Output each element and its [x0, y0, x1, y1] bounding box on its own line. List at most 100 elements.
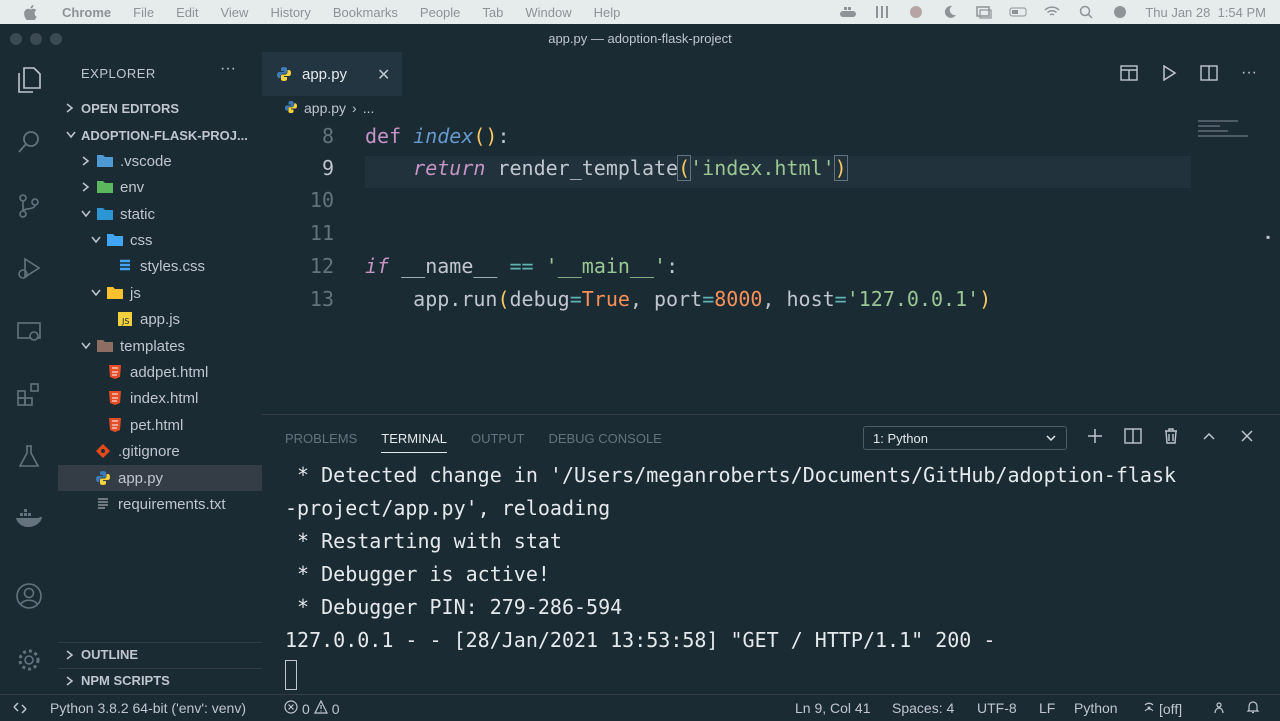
- explorer-files-icon[interactable]: [13, 64, 45, 96]
- tree-item-index-html[interactable]: index.html: [58, 385, 262, 411]
- tree-item-app-py[interactable]: app.py: [58, 465, 262, 491]
- explorer-more-actions-icon[interactable]: ···: [220, 60, 236, 78]
- run-debug-icon[interactable]: [13, 252, 45, 284]
- encoding[interactable]: UTF-8: [977, 700, 1017, 716]
- kill-terminal-trash-icon[interactable]: [1162, 427, 1180, 445]
- apple-icon[interactable]: [22, 4, 38, 20]
- moon-icon[interactable]: [941, 5, 959, 19]
- tree-item-label: index.html: [130, 389, 199, 407]
- cursor-position[interactable]: Ln 9, Col 41: [795, 700, 871, 716]
- menu-edit[interactable]: Edit: [176, 5, 198, 20]
- menu-window[interactable]: Window: [525, 5, 571, 20]
- tree-item-gitignore[interactable]: .gitignore: [58, 438, 262, 464]
- indentation[interactable]: Spaces: 4: [892, 700, 954, 716]
- chevron-right-icon: [80, 156, 92, 166]
- tree-item-vscode[interactable]: .vscode: [58, 148, 262, 174]
- bottom-panel: PROBLEMS TERMINAL OUTPUT DEBUG CONSOLE 1…: [262, 414, 1280, 694]
- python-file-icon: [94, 470, 112, 486]
- tree-item-addpet-html[interactable]: addpet.html: [58, 359, 262, 385]
- js-file-icon: JS: [116, 311, 134, 327]
- split-terminal-icon[interactable]: [1124, 427, 1142, 445]
- search-icon[interactable]: [13, 126, 45, 158]
- html-file-icon: [106, 417, 124, 433]
- record-status-icon[interactable]: [907, 5, 925, 19]
- tab-app-py[interactable]: app.py ✕: [262, 52, 402, 96]
- maximize-panel-icon[interactable]: [1200, 427, 1218, 445]
- close-panel-icon[interactable]: [1238, 427, 1256, 445]
- tree-item-static[interactable]: static: [58, 201, 262, 227]
- docker-status-icon[interactable]: [839, 5, 857, 19]
- menu-help[interactable]: Help: [594, 5, 621, 20]
- minimize-window-button[interactable]: [30, 33, 42, 45]
- open-preview-icon[interactable]: [1120, 64, 1138, 82]
- bars-status-icon[interactable]: [873, 5, 891, 19]
- tree-item-styles-css[interactable]: styles.css: [58, 253, 262, 279]
- status-bar: Python 3.8.2 64-bit ('env': venv) 0 0 Ln…: [0, 694, 1280, 720]
- menubar-clock[interactable]: Thu Jan 28 1:54 PM: [1145, 5, 1266, 20]
- tab-output[interactable]: OUTPUT: [471, 431, 524, 453]
- close-window-button[interactable]: [10, 33, 22, 45]
- tree-item-css[interactable]: css: [58, 227, 262, 253]
- split-editor-icon[interactable]: [1200, 64, 1218, 82]
- minimap[interactable]: [1198, 120, 1260, 148]
- terminal-output[interactable]: * Detected change in '/Users/meganrobert…: [285, 459, 1176, 690]
- tree-item-js[interactable]: js: [58, 280, 262, 306]
- wifi-icon[interactable]: [1043, 5, 1061, 19]
- tree-item-app-js[interactable]: JS app.js: [58, 306, 262, 332]
- testing-flask-icon[interactable]: [13, 440, 45, 472]
- control-center-icon[interactable]: [1111, 5, 1129, 19]
- tree-item-label: .vscode: [120, 152, 172, 170]
- tree-item-requirements-txt[interactable]: requirements.txt: [58, 491, 262, 517]
- scrollbar-marker-icon[interactable]: ▪: [1266, 230, 1278, 244]
- remote-indicator-icon[interactable]: [0, 695, 40, 721]
- code-line-13: app.run(debug=True, port=8000, host='127…: [365, 287, 992, 311]
- tab-terminal[interactable]: TERMINAL: [381, 431, 447, 453]
- project-folder-section[interactable]: ADOPTION-FLASK-PROJ...: [58, 123, 262, 147]
- tree-item-label: .gitignore: [118, 442, 180, 460]
- outline-section[interactable]: OUTLINE: [58, 642, 262, 666]
- feedback-icon[interactable]: [1214, 700, 1230, 717]
- remote-explorer-icon[interactable]: [13, 316, 45, 348]
- npm-scripts-section[interactable]: NPM SCRIPTS: [58, 668, 262, 692]
- menu-people[interactable]: People: [420, 5, 460, 20]
- zoom-window-button[interactable]: [50, 33, 62, 45]
- accounts-icon[interactable]: [13, 580, 45, 612]
- more-actions-icon[interactable]: ···: [1240, 64, 1258, 82]
- new-terminal-icon[interactable]: [1086, 427, 1104, 445]
- line-number-current: 9: [321, 156, 334, 180]
- tab-debug-console[interactable]: DEBUG CONSOLE: [548, 431, 661, 453]
- close-tab-icon[interactable]: ✕: [377, 65, 390, 85]
- menu-history[interactable]: History: [270, 5, 310, 20]
- breadcrumb-symbols[interactable]: ...: [363, 100, 375, 116]
- open-editors-section[interactable]: OPEN EDITORS: [58, 96, 262, 120]
- docker-icon[interactable]: [13, 502, 45, 534]
- end-of-line[interactable]: LF: [1039, 700, 1055, 716]
- settings-gear-icon[interactable]: [13, 644, 45, 676]
- python-interpreter[interactable]: Python 3.8.2 64-bit ('env': venv): [50, 700, 246, 716]
- tree-item-templates[interactable]: templates: [58, 333, 262, 359]
- tree-item-pet-html[interactable]: pet.html: [58, 412, 262, 438]
- menu-tab[interactable]: Tab: [482, 5, 503, 20]
- menu-app-chrome[interactable]: Chrome: [62, 5, 111, 20]
- notifications-bell-icon[interactable]: [1246, 700, 1260, 717]
- chevron-down-icon: [66, 131, 78, 139]
- extensions-icon[interactable]: [13, 378, 45, 410]
- tree-item-label: static: [120, 205, 156, 223]
- live-server-status[interactable]: [off]: [1142, 700, 1182, 717]
- problems-indicator[interactable]: 0 0: [284, 699, 340, 717]
- run-file-icon[interactable]: [1160, 64, 1178, 82]
- editor-area: app.py ✕ ··· app.py › ... 8 9 10 11 12 1…: [262, 52, 1280, 414]
- terminal-select-dropdown[interactable]: 1: Python: [863, 426, 1067, 450]
- battery-icon[interactable]: [1009, 5, 1027, 19]
- source-control-icon[interactable]: [13, 190, 45, 222]
- menu-bookmarks[interactable]: Bookmarks: [333, 5, 398, 20]
- tree-item-env[interactable]: env: [58, 174, 262, 200]
- menu-file[interactable]: File: [133, 5, 154, 20]
- tab-problems[interactable]: PROBLEMS: [285, 431, 357, 453]
- breadcrumb-file[interactable]: app.py: [304, 100, 346, 116]
- language-mode[interactable]: Python: [1074, 700, 1118, 716]
- code-line-9: return render_template('index.html'): [413, 155, 848, 181]
- spotlight-search-icon[interactable]: [1077, 5, 1095, 19]
- menu-view[interactable]: View: [220, 5, 248, 20]
- screens-icon[interactable]: [975, 5, 993, 19]
